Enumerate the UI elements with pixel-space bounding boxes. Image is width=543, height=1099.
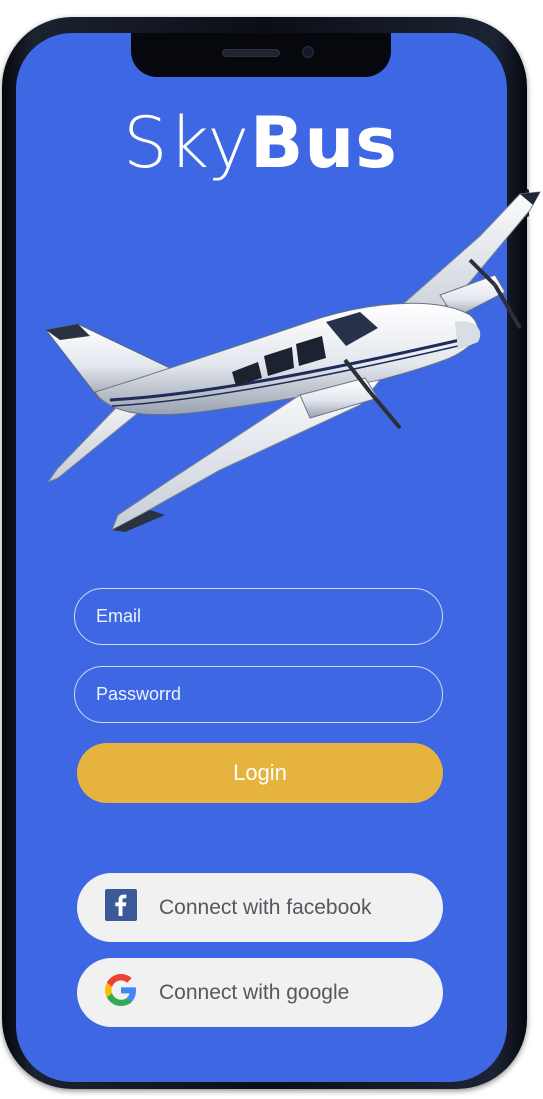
login-button[interactable]: Login xyxy=(77,743,443,803)
phone-side-button xyxy=(525,189,529,217)
facebook-icon xyxy=(105,888,137,927)
speaker-grille xyxy=(222,49,280,57)
google-icon xyxy=(105,973,137,1012)
logo-sky-text: Sky xyxy=(123,102,251,184)
google-connect-button[interactable]: Connect with google xyxy=(77,958,443,1027)
password-input[interactable] xyxy=(74,666,443,723)
google-connect-label: Connect with google xyxy=(159,980,350,1004)
facebook-connect-label: Connect with facebook xyxy=(159,895,372,919)
front-camera xyxy=(302,46,314,58)
logo-bus-text: Bus xyxy=(250,102,398,184)
email-input[interactable] xyxy=(74,588,443,645)
app-logo: SkyBus xyxy=(15,108,506,178)
facebook-connect-button[interactable]: Connect with facebook xyxy=(77,873,443,942)
phone-notch xyxy=(131,33,391,77)
